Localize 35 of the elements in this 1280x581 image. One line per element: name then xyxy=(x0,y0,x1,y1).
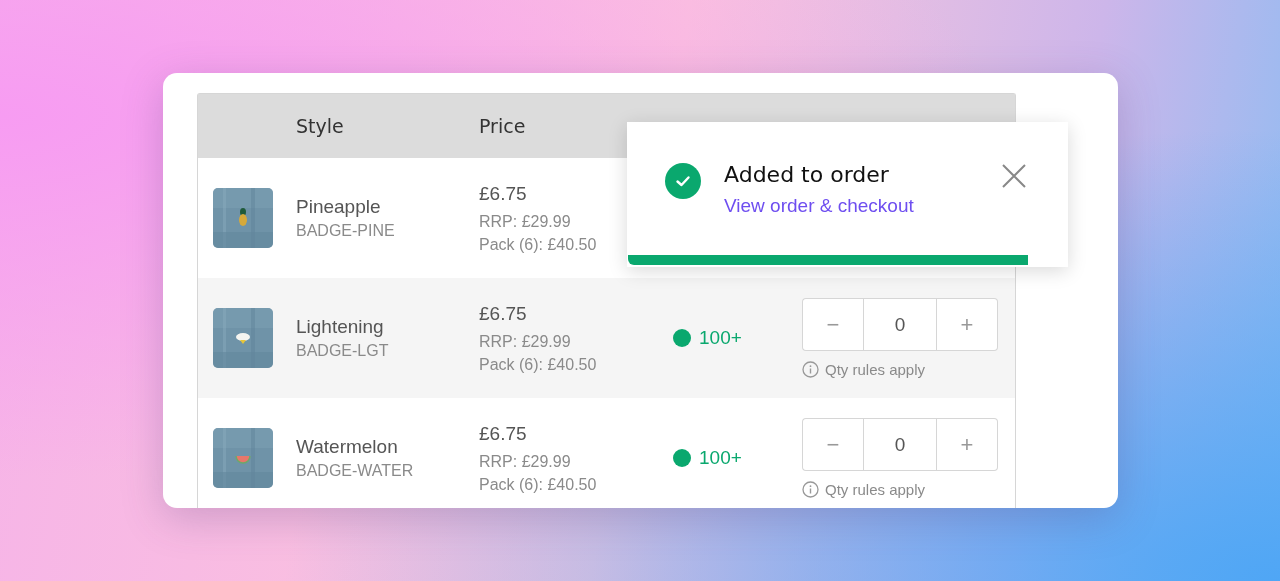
product-sku: BADGE-PINE xyxy=(296,222,396,240)
price: £6.75 xyxy=(479,422,528,445)
product-name: Watermelon xyxy=(296,436,399,458)
decrease-button[interactable]: − xyxy=(802,418,863,471)
column-header: Price xyxy=(479,115,527,137)
increase-button[interactable]: + xyxy=(937,418,998,471)
column-header: Style xyxy=(296,115,345,137)
product-name: Lightening xyxy=(296,316,385,338)
checkout-link[interactable]: View order & checkout xyxy=(724,195,914,217)
increase-button[interactable]: + xyxy=(937,298,998,351)
stock-level: 100+ xyxy=(699,327,742,349)
info-icon xyxy=(802,361,819,378)
qty-rules-note: Qty rules apply xyxy=(825,361,926,378)
pack-price: Pack (6): £40.50 xyxy=(479,475,598,494)
price: £6.75 xyxy=(479,302,528,325)
decrease-button[interactable]: − xyxy=(802,298,863,351)
rrp-price: RRP: £29.99 xyxy=(479,332,572,351)
price: £6.75 xyxy=(479,182,528,205)
stock-dot-icon xyxy=(673,329,691,347)
product-sku: BADGE-LGT xyxy=(296,342,390,360)
quantity-field[interactable]: 0 xyxy=(863,418,937,471)
product-name: Pineapple xyxy=(296,196,382,218)
product-sku: BADGE-WATER xyxy=(296,462,415,480)
pack-price: Pack (6): £40.50 xyxy=(479,355,598,374)
rrp-price: RRP: £29.99 xyxy=(479,212,572,231)
rrp-price: RRP: £29.99 xyxy=(479,452,572,471)
pack-price: Pack (6): £40.50 xyxy=(479,235,598,254)
toast-title: Added to order xyxy=(724,162,890,187)
check-circle-icon xyxy=(665,163,701,199)
stock-dot-icon xyxy=(673,449,691,467)
qty-rules-note: Qty rules apply xyxy=(825,481,926,498)
info-icon xyxy=(802,481,819,498)
quantity-field[interactable]: 0 xyxy=(863,298,937,351)
close-icon[interactable] xyxy=(1002,164,1026,188)
stock-level: 100+ xyxy=(699,447,742,469)
